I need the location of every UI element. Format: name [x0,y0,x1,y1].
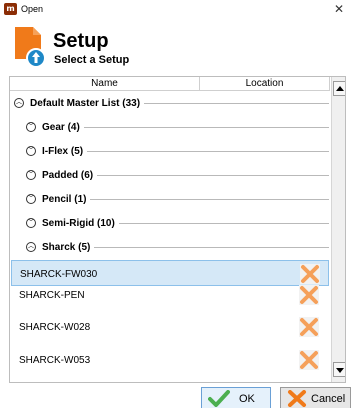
vertical-scrollbar[interactable] [331,77,345,382]
group-row-sharck[interactable]: ︿ Sharck (5) [26,239,329,255]
page-subtitle: Select a Setup [54,54,130,66]
group-row-semi-rigid[interactable]: ﹀ Semi-Rigid (10) [26,215,329,231]
close-icon[interactable]: ✕ [329,1,349,18]
arrow-up-icon [336,86,344,91]
group-row-pencil[interactable]: ﹀ Pencil (1) [26,191,329,207]
divider [94,246,329,248]
divider [118,222,329,224]
chevron-down-icon: ﹀ [26,218,36,228]
item-name: SHARCK-W028 [19,322,91,333]
group-label: I-Flex (5) [42,145,84,157]
group-label: Semi-Rigid (10) [42,217,115,229]
checkmark-icon [208,390,230,407]
group-row-padded[interactable]: ﹀ Padded (6) [26,167,329,183]
divider [144,102,329,104]
delete-x-icon[interactable] [299,317,319,337]
list-item-sharck-w028[interactable]: SHARCK-W028 [11,314,329,340]
delete-x-icon[interactable] [299,350,319,370]
delete-x-icon[interactable] [299,285,319,305]
divider [97,174,329,176]
chevron-down-icon: ﹀ [26,146,36,156]
document-upload-icon [15,27,46,68]
divider [90,198,329,200]
chevron-up-icon: ︿ [26,242,36,252]
chevron-down-icon: ﹀ [26,194,36,204]
arrow-down-icon [336,368,344,373]
window-title: Open [21,4,44,14]
item-name: SHARCK-PEN [19,290,85,301]
ok-button[interactable]: OK [201,387,271,408]
column-header-name[interactable]: Name [10,77,200,91]
group-row-i-flex[interactable]: ﹀ I-Flex (5) [26,143,329,159]
item-name: SHARCK-FW030 [20,269,98,280]
cancel-button-label: Cancel [311,393,346,405]
chevron-down-icon: ﹀ [26,122,36,132]
chevron-down-icon: ﹀ [26,170,36,180]
page-title: Setup [53,30,109,52]
setup-grid: Name Location ︿ Default Master List (33)… [9,76,346,383]
scroll-down-button[interactable] [333,362,345,377]
group-label: Padded (6) [42,169,94,181]
group-label: Sharck (5) [42,241,91,253]
list-item-sharck-w053[interactable]: SHARCK-W053 [11,347,329,373]
scroll-up-button[interactable] [333,81,345,96]
group-row-gear[interactable]: ﹀ Gear (4) [26,119,329,135]
list-item-sharck-pen[interactable]: SHARCK-PEN [11,282,329,308]
divider [83,126,329,128]
divider [87,150,329,152]
grid-header: Name Location [10,77,330,91]
cancel-button[interactable]: Cancel [280,387,351,408]
x-icon [288,390,306,407]
group-row-default-master-list[interactable]: ︿ Default Master List (33) [14,95,329,111]
delete-x-icon[interactable] [300,264,320,284]
title-bar: m Open ✕ [0,0,351,19]
app-logo-icon: m [4,3,17,15]
group-label: Default Master List (33) [30,97,141,109]
group-label: Gear (4) [42,121,80,133]
column-header-location[interactable]: Location [200,77,330,91]
group-label: Pencil (1) [42,193,87,205]
item-name: SHARCK-W053 [19,355,91,366]
chevron-up-icon: ︿ [14,98,24,108]
ok-button-label: OK [239,393,255,405]
